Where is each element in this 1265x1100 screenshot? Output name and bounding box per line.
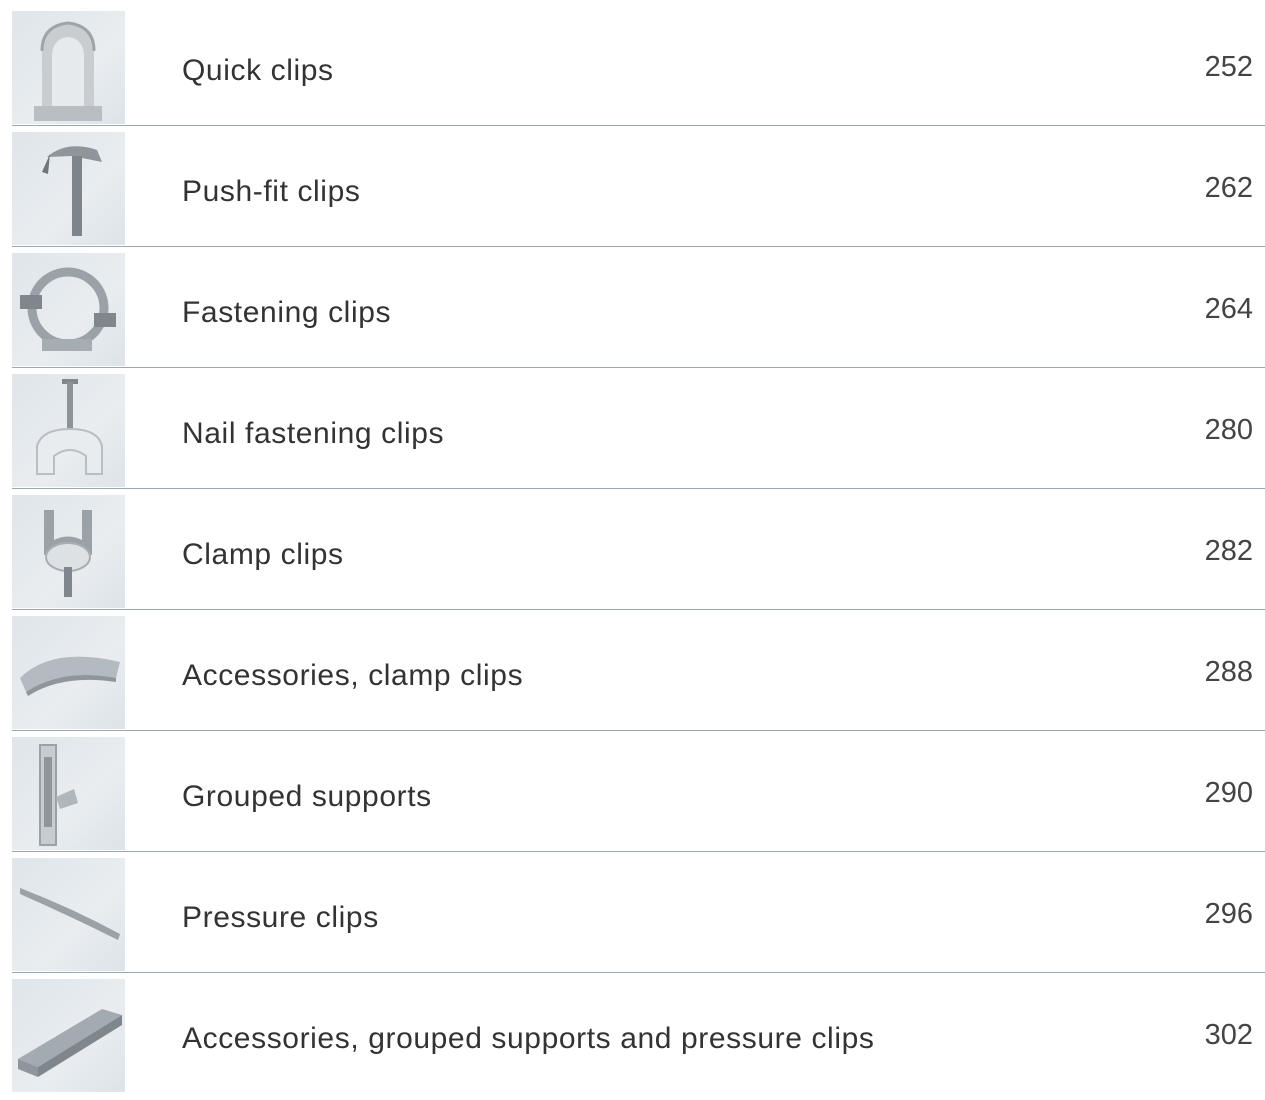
divider bbox=[12, 851, 1265, 852]
page-number: 288 bbox=[1204, 656, 1253, 688]
list-item[interactable]: Grouped supports 290 bbox=[12, 737, 1265, 858]
item-label: Push-fit clips bbox=[182, 175, 361, 208]
page-number: 280 bbox=[1204, 414, 1253, 446]
clamp-accessory-icon bbox=[12, 616, 125, 729]
item-label: Fastening clips bbox=[182, 296, 392, 329]
page-number: 290 bbox=[1204, 777, 1253, 809]
page-number: 252 bbox=[1204, 51, 1253, 83]
list-item[interactable]: Nail fastening clips 280 bbox=[12, 374, 1265, 495]
divider bbox=[12, 367, 1265, 368]
item-label: Nail fastening clips bbox=[182, 417, 445, 450]
pressure-clip-icon bbox=[12, 858, 125, 971]
divider bbox=[12, 730, 1265, 731]
item-label: Accessories, grouped supports and pressu… bbox=[182, 1022, 875, 1055]
item-label: Pressure clips bbox=[182, 901, 379, 934]
divider bbox=[12, 609, 1265, 610]
divider bbox=[12, 246, 1265, 247]
list-item[interactable]: Fastening clips 264 bbox=[12, 253, 1265, 374]
item-label: Grouped supports bbox=[182, 780, 432, 813]
list-item[interactable]: Quick clips 252 bbox=[12, 11, 1265, 132]
page-number: 262 bbox=[1204, 172, 1253, 204]
item-label: Clamp clips bbox=[182, 538, 344, 571]
nail-clip-icon bbox=[12, 374, 125, 487]
divider bbox=[12, 125, 1265, 126]
page-number: 282 bbox=[1204, 535, 1253, 567]
list-item[interactable]: Push-fit clips 262 bbox=[12, 132, 1265, 253]
product-index-list: Quick clips 252 Push-fit clips 262 Faste… bbox=[12, 11, 1265, 1100]
page-number: 296 bbox=[1204, 898, 1253, 930]
page-number: 264 bbox=[1204, 293, 1253, 325]
list-item[interactable]: Accessories, clamp clips 288 bbox=[12, 616, 1265, 737]
divider bbox=[12, 488, 1265, 489]
clamp-clip-icon bbox=[12, 495, 125, 608]
list-item[interactable]: Pressure clips 296 bbox=[12, 858, 1265, 979]
fastening-clip-icon bbox=[12, 253, 125, 366]
list-item[interactable]: Clamp clips 282 bbox=[12, 495, 1265, 616]
grouped-support-icon bbox=[12, 737, 125, 850]
channel-accessory-icon bbox=[12, 979, 125, 1092]
divider bbox=[12, 972, 1265, 973]
quick-clip-icon bbox=[12, 11, 125, 124]
item-label: Accessories, clamp clips bbox=[182, 659, 524, 692]
list-item[interactable]: Accessories, grouped supports and pressu… bbox=[12, 979, 1265, 1100]
push-fit-clip-icon bbox=[12, 132, 125, 245]
item-label: Quick clips bbox=[182, 54, 334, 87]
page-number: 302 bbox=[1204, 1019, 1253, 1051]
